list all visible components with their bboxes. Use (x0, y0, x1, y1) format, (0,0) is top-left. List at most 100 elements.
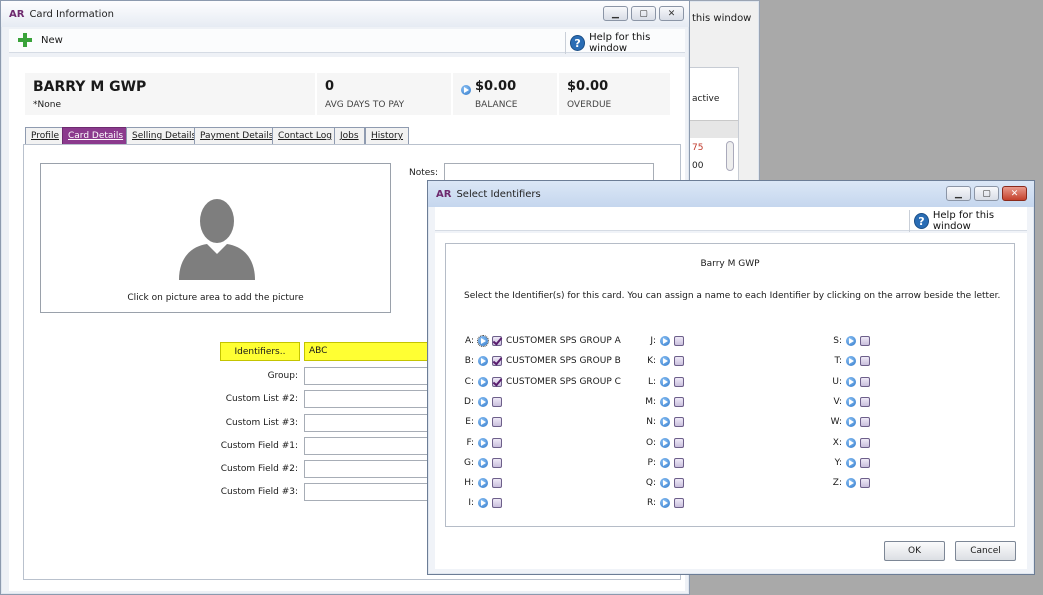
tab-history[interactable]: History (365, 127, 410, 144)
identifier-checkbox[interactable] (674, 457, 684, 468)
identifier-letter: D: (464, 396, 474, 407)
identifier-name-arrow-icon[interactable] (660, 336, 670, 346)
picture-hint: Click on picture area to add the picture (127, 293, 304, 303)
identifier-row: Q: (642, 476, 688, 490)
identifiers-button[interactable]: Identifiers.. (220, 342, 300, 361)
group-field[interactable] (304, 367, 432, 385)
identifier-name-arrow-icon[interactable] (478, 417, 488, 428)
identifier-checkbox[interactable] (674, 417, 684, 428)
identifier-name-arrow-icon[interactable] (660, 417, 670, 428)
identifier-checkbox[interactable] (492, 457, 502, 468)
balance-arrow-icon[interactable] (461, 85, 471, 95)
identifier-name-arrow-icon[interactable] (660, 356, 670, 367)
identifier-checkbox[interactable] (860, 478, 870, 489)
identifier-checkbox[interactable] (492, 478, 502, 489)
identifier-name-arrow-icon[interactable] (478, 478, 488, 489)
card-help-button[interactable]: ? Help for this window (565, 32, 685, 54)
stat-balance-value: $0.00 (475, 79, 517, 94)
identifier-letter: V: (833, 396, 842, 407)
dialog-help-button[interactable]: ? Help for this window (909, 210, 1027, 232)
identifier-name-arrow-icon[interactable] (478, 457, 488, 468)
identifier-checkbox[interactable] (492, 437, 502, 448)
identifier-name-arrow-icon[interactable] (478, 356, 488, 367)
identifier-name-arrow-icon[interactable] (846, 457, 856, 468)
stat-balance-label: BALANCE (475, 100, 518, 110)
tab-payment-details[interactable]: Payment Details (194, 127, 280, 144)
dialog-titlebar[interactable]: AR Select Identifiers ▁ ▢ ✕ (428, 181, 1034, 207)
tab-jobs[interactable]: Jobs (334, 127, 365, 144)
identifier-checkbox[interactable] (860, 437, 870, 448)
custom-list-2-field[interactable] (304, 390, 432, 408)
tab-card-details[interactable]: Card Details (62, 127, 130, 144)
tab-contact-log[interactable]: Contact Log (272, 127, 338, 144)
close-button[interactable]: ✕ (659, 6, 684, 21)
custom-field-2-field[interactable] (304, 460, 432, 478)
identifier-name-arrow-icon[interactable] (660, 498, 670, 509)
identifier-checkbox[interactable] (674, 478, 684, 489)
ok-button[interactable]: OK (884, 541, 945, 561)
dialog-maximize-button[interactable]: ▢ (974, 186, 999, 201)
group-label: Group: (267, 371, 298, 381)
identifier-name-arrow-icon[interactable] (846, 417, 856, 428)
identifier-checkbox[interactable] (492, 336, 502, 346)
picture-area[interactable]: Click on picture area to add the picture (40, 163, 391, 313)
dialog-minimize-button[interactable]: ▁ (946, 186, 971, 201)
identifier-name-arrow-icon[interactable] (660, 478, 670, 489)
tab-profile[interactable]: Profile (25, 127, 65, 144)
identifier-row: X: (828, 436, 874, 450)
dialog-title: Select Identifiers (456, 188, 541, 200)
card-window-titlebar[interactable]: AR Card Information ▁ ▢ ✕ (1, 1, 689, 27)
dialog-close-button[interactable]: ✕ (1002, 186, 1027, 201)
identifier-name-arrow-icon[interactable] (478, 498, 488, 509)
identifier-checkbox[interactable] (492, 356, 502, 367)
custom-list-3-field[interactable] (304, 414, 432, 432)
custom-field-3-field[interactable] (304, 483, 432, 501)
person-silhouette-icon (175, 194, 259, 282)
identifier-checkbox[interactable] (492, 396, 502, 407)
card-help-label: Help for this window (589, 32, 651, 54)
identifier-checkbox[interactable] (860, 376, 870, 387)
identifier-name-arrow-icon[interactable] (846, 396, 856, 407)
identifier-name-arrow-icon[interactable] (846, 336, 856, 346)
identifier-name-arrow-icon[interactable] (660, 437, 670, 448)
identifier-name-arrow-icon[interactable] (846, 376, 856, 387)
identifier-checkbox[interactable] (492, 498, 502, 509)
custom-list-2-label: Custom List #2: (225, 394, 298, 404)
tab-selling-details[interactable]: Selling Details (126, 127, 203, 144)
identifier-checkbox[interactable] (492, 417, 502, 428)
identifier-name-arrow-icon[interactable] (846, 437, 856, 448)
identifier-checkbox[interactable] (860, 356, 870, 367)
maximize-button[interactable]: ▢ (631, 6, 656, 21)
identifier-name-arrow-icon[interactable] (660, 457, 670, 468)
identifier-name: CUSTOMER SPS GROUP A (506, 336, 621, 346)
identifier-name-arrow-icon[interactable] (477, 335, 489, 347)
identifier-checkbox[interactable] (674, 376, 684, 387)
identifier-checkbox[interactable] (674, 336, 684, 346)
identifier-name-arrow-icon[interactable] (478, 376, 488, 387)
identifier-checkbox[interactable] (860, 336, 870, 346)
new-button[interactable]: New (17, 32, 63, 48)
minimize-button[interactable]: ▁ (603, 6, 628, 21)
identifier-name-arrow-icon[interactable] (660, 376, 670, 387)
identifier-name-arrow-icon[interactable] (846, 478, 856, 489)
identifier-name-arrow-icon[interactable] (478, 437, 488, 448)
identifier-checkbox[interactable] (674, 356, 684, 367)
identifier-checkbox[interactable] (674, 498, 684, 509)
identifier-name-arrow-icon[interactable] (846, 356, 856, 367)
cancel-button[interactable]: Cancel (955, 541, 1016, 561)
identifier-checkbox[interactable] (492, 376, 502, 387)
identifier-name-arrow-icon[interactable] (660, 396, 670, 407)
custom-field-1-field[interactable] (304, 437, 432, 455)
identifier-checkbox[interactable] (674, 437, 684, 448)
identifier-row: E: (460, 415, 506, 429)
background-help-text[interactable]: this window (692, 13, 751, 24)
identifier-checkbox[interactable] (674, 396, 684, 407)
identifier-row: J: (642, 334, 688, 348)
identifier-checkbox[interactable] (860, 457, 870, 468)
identifier-letter: H: (464, 478, 474, 489)
identifiers-value[interactable]: ABC (304, 342, 432, 361)
identifier-checkbox[interactable] (860, 417, 870, 428)
identifier-checkbox[interactable] (860, 396, 870, 407)
identifier-name-arrow-icon[interactable] (478, 396, 488, 407)
background-scrollbar[interactable] (726, 141, 734, 171)
